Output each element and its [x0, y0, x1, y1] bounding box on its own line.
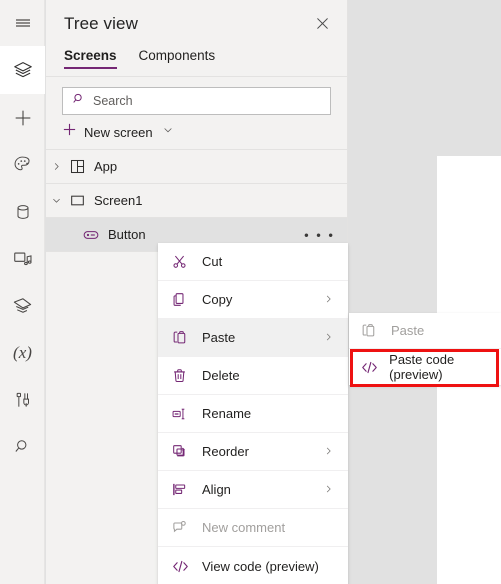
- app-grid-icon: [66, 159, 88, 174]
- align-icon: [172, 481, 194, 499]
- canvas-bottom-strip: [437, 560, 501, 584]
- trash-icon: [172, 367, 194, 385]
- submenu-item-label: Paste code (preview): [389, 352, 455, 382]
- menu-item-label: Rename: [202, 406, 252, 421]
- menu-item-paste[interactable]: Paste: [158, 319, 348, 357]
- chevron-right-icon: [323, 444, 334, 459]
- plus-icon: [62, 122, 77, 142]
- sidebar-item-tree-view[interactable]: [0, 46, 45, 94]
- search-icon: [72, 92, 86, 111]
- tab-screens[interactable]: Screens: [64, 48, 117, 69]
- menu-item-label: Paste: [202, 330, 236, 345]
- sidebar-item-power-automate[interactable]: [0, 282, 45, 329]
- button-control-icon: [80, 227, 102, 243]
- rename-icon: [172, 405, 194, 423]
- search-input[interactable]: [93, 94, 303, 108]
- sidebar-item-variables[interactable]: (x): [0, 329, 45, 376]
- code-brackets-icon: [361, 358, 381, 376]
- scissors-icon: [172, 253, 194, 271]
- paste-submenu: Paste Paste code (preview): [349, 313, 501, 385]
- sidebar-item-search[interactable]: [0, 423, 45, 470]
- menu-item-reorder[interactable]: Reorder: [158, 433, 348, 471]
- submenu-item-label: Paste: [391, 323, 425, 338]
- reorder-icon: [172, 443, 194, 461]
- search-rail-icon: [13, 437, 33, 457]
- submenu-item-paste: Paste: [349, 313, 501, 349]
- paste-clipboard-icon: [172, 329, 194, 347]
- chevron-down-icon[interactable]: [162, 123, 174, 141]
- sidebar-item-advanced-tools[interactable]: [0, 376, 45, 423]
- menu-item-copy[interactable]: Copy: [158, 281, 348, 319]
- code-brackets-icon: [172, 557, 194, 575]
- paste-clipboard-icon: [361, 322, 383, 340]
- tree-item-label: Screen1: [94, 193, 143, 208]
- left-rail: (x): [0, 0, 45, 584]
- new-screen-button[interactable]: New screen: [46, 115, 347, 149]
- menu-item-cut[interactable]: Cut: [158, 243, 348, 281]
- page-title: Tree view: [64, 14, 138, 33]
- menu-item-view-code[interactable]: View code (preview): [158, 547, 348, 584]
- menu-item-align[interactable]: Align: [158, 471, 348, 509]
- menu-item-label: Reorder: [202, 444, 249, 459]
- tree-list: App Screen1 Button • • •: [46, 149, 347, 252]
- tree-row-app[interactable]: App: [46, 150, 347, 184]
- power-automate-flows-icon: [11, 294, 34, 317]
- menu-item-delete[interactable]: Delete: [158, 357, 348, 395]
- panel-tabs: Screens Components: [46, 48, 347, 77]
- theme-palette-icon: [12, 154, 33, 175]
- panel-header: Tree view: [46, 0, 347, 48]
- context-menu: Cut Copy Paste Delete Rename Reorder Ali…: [158, 243, 348, 584]
- menu-item-rename[interactable]: Rename: [158, 395, 348, 433]
- more-options-icon[interactable]: • • •: [304, 227, 335, 242]
- close-icon[interactable]: [315, 16, 333, 34]
- menu-item-label: New comment: [202, 520, 286, 535]
- variables-x-icon: (x): [13, 342, 32, 362]
- media-icon: [12, 248, 34, 270]
- app-root: (x) Tree view Screens Components Search …: [0, 0, 501, 584]
- insert-plus-icon: [12, 107, 34, 129]
- tree-row-screen1[interactable]: Screen1: [46, 184, 347, 218]
- menu-item-label: View code (preview): [202, 558, 319, 574]
- chevron-right-icon[interactable]: [46, 161, 66, 172]
- tree-view-layers-icon: [12, 59, 34, 81]
- chevron-right-icon: [323, 292, 334, 307]
- menu-item-new-comment: New comment: [158, 509, 348, 547]
- chevron-right-icon: [323, 482, 334, 497]
- new-screen-label: New screen: [84, 124, 153, 140]
- chevron-down-icon[interactable]: [46, 195, 66, 206]
- tree-item-label: Button: [108, 227, 146, 242]
- menu-item-label: Copy: [202, 292, 233, 307]
- sidebar-item-media[interactable]: [0, 235, 45, 282]
- menu-item-label: Align: [202, 482, 231, 497]
- copy-icon: [172, 291, 194, 309]
- hamburger-menu-icon[interactable]: [0, 0, 45, 46]
- sidebar-item-insert[interactable]: [0, 94, 45, 141]
- chevron-right-icon: [323, 330, 334, 345]
- tree-item-label: App: [94, 159, 118, 174]
- tab-components[interactable]: Components: [139, 48, 216, 69]
- advanced-tools-icon: [13, 390, 33, 410]
- menu-item-label: Delete: [202, 368, 240, 383]
- canvas-top-gutter: [437, 0, 501, 156]
- sidebar-item-data[interactable]: [0, 188, 45, 235]
- submenu-item-paste-code-preview[interactable]: Paste code (preview): [349, 349, 501, 385]
- sidebar-item-theme[interactable]: [0, 141, 45, 188]
- screen-rect-icon: [66, 193, 88, 208]
- search-box[interactable]: [62, 87, 331, 115]
- comment-icon: [172, 519, 194, 537]
- menu-item-label: Cut: [202, 254, 223, 269]
- search-container: [46, 77, 347, 115]
- data-database-icon: [13, 202, 33, 222]
